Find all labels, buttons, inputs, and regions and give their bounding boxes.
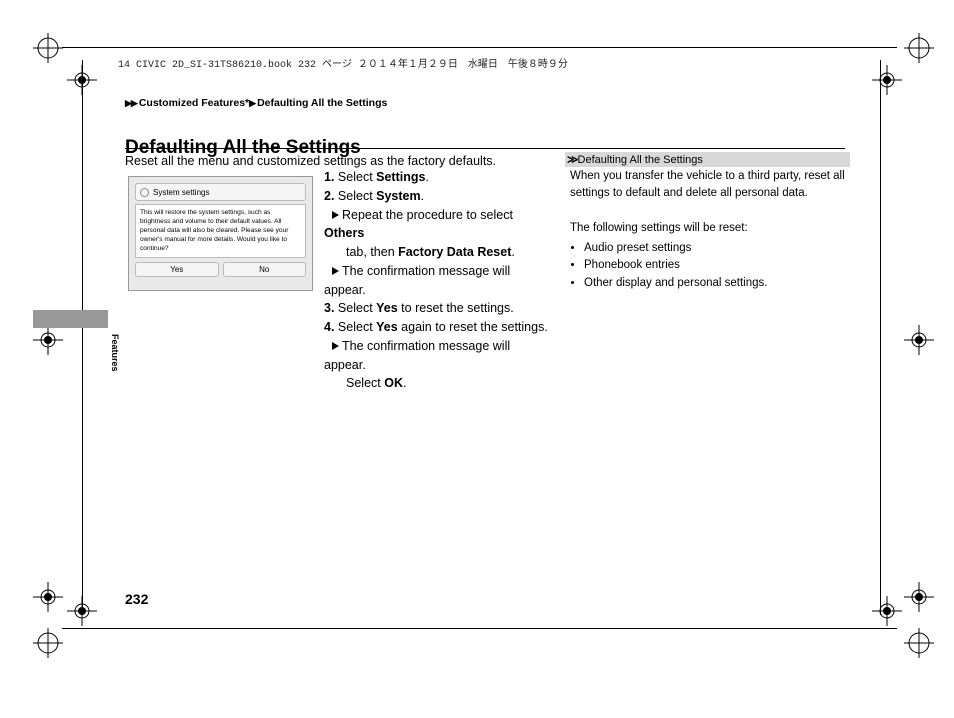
step-sub: Select OK. xyxy=(324,374,554,393)
registration-mark-icon xyxy=(904,33,934,63)
breadcrumb-part: Customized Features xyxy=(139,97,245,109)
title-underline xyxy=(125,148,845,149)
cross-mark-icon xyxy=(33,582,63,612)
section-tab-label: Features xyxy=(110,334,120,372)
crop-rule xyxy=(62,628,897,629)
step-sub: The confirmation message will appear. xyxy=(324,262,554,300)
sidebar-bullet: Other display and personal settings. xyxy=(584,275,850,292)
step-item: 1. Select Settings. xyxy=(324,168,554,187)
book-header-line: 14 CIVIC 2D_SI-31TS86210.book 232 ページ ２０… xyxy=(118,55,568,71)
no-button[interactable]: No xyxy=(223,262,307,277)
sidebar-paragraph: When you transfer the vehicle to a third… xyxy=(570,168,850,203)
dialog-body-text: This will restore the system settings, s… xyxy=(135,204,306,258)
page-number: 232 xyxy=(125,591,148,607)
sidebar-bullet: Audio preset settings xyxy=(584,240,850,257)
registration-mark-icon xyxy=(33,628,63,658)
breadcrumb-part: Defaulting All the Settings xyxy=(257,97,387,109)
crop-rule xyxy=(62,47,897,48)
sidebar-arrow-icon: ≫ xyxy=(567,154,576,166)
cross-mark-icon xyxy=(904,582,934,612)
sidebar-bullet: Phonebook entries xyxy=(584,257,850,274)
section-tab xyxy=(33,310,108,328)
step-item: 2. Select System. xyxy=(324,187,554,206)
back-icon xyxy=(140,188,149,197)
arrow-icon xyxy=(332,342,339,350)
step-item: 4. Select Yes again to reset the setting… xyxy=(324,318,554,337)
procedure-list: 1. Select Settings. 2. Select System. Re… xyxy=(324,168,554,393)
breadcrumb: ▶▶Customized Features*▶Defaulting All th… xyxy=(125,97,387,109)
dialog-titlebar: System settings xyxy=(135,183,306,201)
arrow-icon xyxy=(332,211,339,219)
crop-rule xyxy=(82,60,83,615)
registration-mark-icon xyxy=(904,628,934,658)
cross-mark-icon xyxy=(872,596,902,626)
breadcrumb-arrow-icon: ▶▶ xyxy=(125,98,137,108)
sidebar-body: When you transfer the vehicle to a third… xyxy=(570,168,850,292)
sidebar-heading: ≫Defaulting All the Settings xyxy=(565,152,850,167)
step-item: 3. Select Yes to reset the settings. xyxy=(324,299,554,318)
breadcrumb-arrow-icon: ▶ xyxy=(249,98,255,108)
step-sub: tab, then Factory Data Reset. xyxy=(324,243,554,262)
sidebar-paragraph: The following settings will be reset: xyxy=(570,220,850,237)
system-settings-dialog: System settings This will restore the sy… xyxy=(128,176,313,291)
registration-mark-icon xyxy=(33,33,63,63)
dialog-title-text: System settings xyxy=(153,188,209,197)
arrow-icon xyxy=(332,267,339,275)
yes-button[interactable]: Yes xyxy=(135,262,219,277)
step-sub: Repeat the procedure to select Others xyxy=(324,206,554,244)
cross-mark-icon xyxy=(33,325,63,355)
step-sub: The confirmation message will appear. xyxy=(324,337,554,375)
cross-mark-icon xyxy=(872,65,902,95)
crop-rule xyxy=(880,60,881,615)
cross-mark-icon xyxy=(904,325,934,355)
intro-text: Reset all the menu and customized settin… xyxy=(125,154,496,168)
